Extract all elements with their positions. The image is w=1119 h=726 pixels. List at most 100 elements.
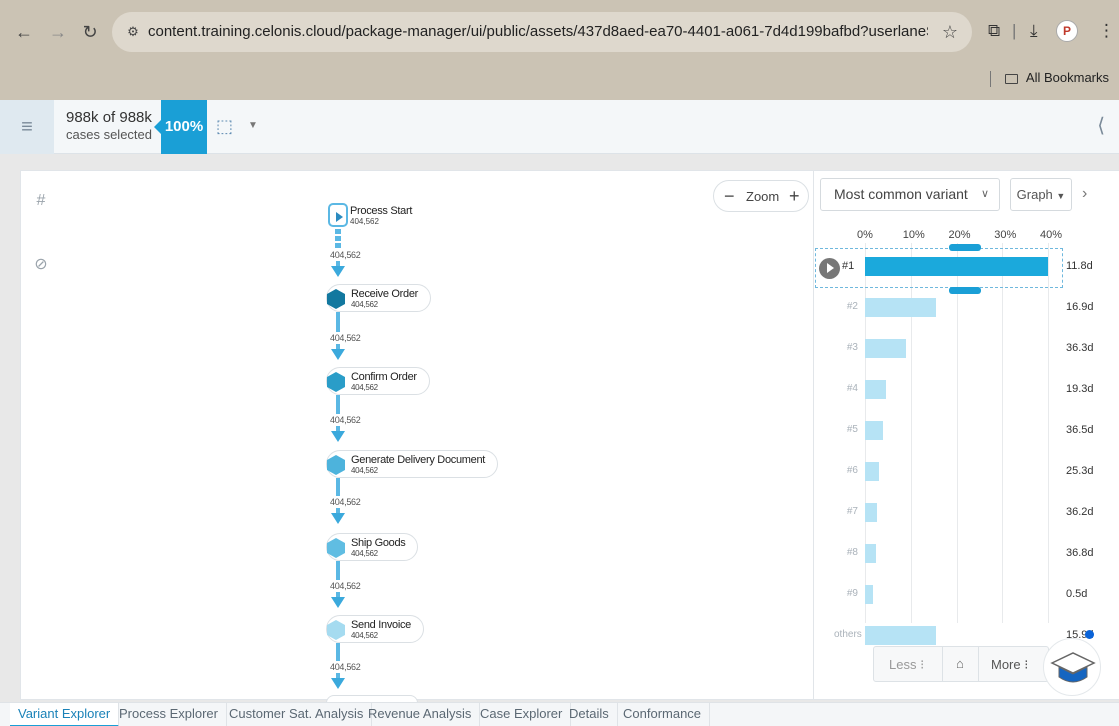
zoom-label: Zoom bbox=[746, 189, 780, 204]
tab-customer-sat-analysis[interactable]: Customer Sat. Analysis bbox=[221, 703, 373, 726]
activity-node-send-invoice[interactable]: Send Invoice 404,562 bbox=[326, 615, 424, 643]
variant-bar[interactable] bbox=[865, 544, 876, 563]
activity-node-receive-order[interactable]: Receive Order 404,562 bbox=[326, 284, 432, 312]
tab-case-explorer[interactable]: Case Explorer bbox=[472, 703, 572, 726]
variant-label: #7 bbox=[846, 506, 858, 517]
chevron-right-icon[interactable]: › bbox=[1082, 183, 1087, 205]
profile-avatar[interactable]: P bbox=[1056, 20, 1078, 42]
flow-arrow-icon bbox=[331, 597, 345, 608]
home-icon[interactable]: ⌂ bbox=[956, 656, 964, 672]
variant-bar[interactable] bbox=[865, 626, 936, 645]
menu-dots-icon[interactable]: ⋮ bbox=[1098, 20, 1115, 42]
variant-duration: 36.3d bbox=[1066, 342, 1094, 354]
variant-duration: 16.9d bbox=[1066, 301, 1094, 313]
bookmarks-separator bbox=[990, 70, 992, 87]
share-icon[interactable]: ⟨ bbox=[1097, 114, 1105, 138]
forward-arrow-icon[interactable]: → bbox=[48, 22, 68, 42]
variant-bar[interactable] bbox=[865, 380, 886, 399]
site-settings-icon[interactable]: ⚙ bbox=[124, 23, 142, 41]
chevron-down-icon[interactable]: ▼ bbox=[248, 118, 258, 134]
tab-revenue-analysis[interactable]: Revenue Analysis bbox=[360, 703, 481, 726]
flow-arrow-icon bbox=[331, 513, 345, 524]
variant-duration: 19.3d bbox=[1066, 383, 1094, 395]
less-more-control: Less ⁝ ⌂ More ⁝ bbox=[873, 646, 1049, 682]
activity-node-confirm-order[interactable]: Confirm Order 404,562 bbox=[326, 367, 430, 395]
less-variants-button[interactable]: Less ⁝ bbox=[889, 657, 924, 673]
variant-bar[interactable] bbox=[865, 462, 879, 481]
variant-row[interactable]: #2 16.9d bbox=[814, 294, 1119, 334]
process-start-label: Process Start bbox=[350, 205, 413, 217]
axis-tick-label: 20% bbox=[948, 229, 971, 241]
variant-row[interactable]: #4 19.3d bbox=[814, 376, 1119, 416]
play-variant-icon[interactable] bbox=[819, 258, 840, 279]
variant-label: #8 bbox=[846, 547, 858, 558]
axis-tick-label: 30% bbox=[994, 229, 1017, 241]
selection-drag-handle-top[interactable] bbox=[949, 244, 981, 251]
selection-drag-handle-bottom[interactable] bbox=[949, 287, 981, 294]
zoom-in-button[interactable]: + bbox=[789, 185, 800, 207]
variant-label: #4 bbox=[846, 383, 858, 394]
variant-bar[interactable] bbox=[865, 339, 907, 358]
tab-variant-explorer[interactable]: Variant Explorer bbox=[10, 703, 120, 726]
tab-conformance[interactable]: Conformance bbox=[615, 703, 711, 726]
variant-bar[interactable] bbox=[865, 298, 936, 317]
variant-label: others bbox=[834, 629, 862, 640]
url-text[interactable]: content.training.celonis.cloud/package-m… bbox=[148, 23, 928, 41]
all-bookmarks-link[interactable]: All Bookmarks bbox=[1026, 70, 1109, 85]
address-bar[interactable]: ⚙ content.training.celonis.cloud/package… bbox=[112, 12, 972, 52]
variant-row[interactable]: #8 36.8d bbox=[814, 540, 1119, 580]
graph-view-button[interactable]: Graph ▼ bbox=[1010, 178, 1072, 211]
zoom-out-button[interactable]: − bbox=[724, 185, 735, 207]
axis-tick-label: 40% bbox=[1040, 229, 1063, 241]
download-icon[interactable]: ⤓ bbox=[1030, 20, 1038, 42]
flow-arrow-icon bbox=[331, 431, 345, 442]
filter-tool-icon[interactable]: # bbox=[28, 186, 54, 216]
tab-details[interactable]: Details bbox=[561, 703, 618, 726]
variant-bar[interactable] bbox=[865, 421, 884, 440]
zoom-control: − Zoom + bbox=[713, 180, 809, 212]
variant-label: #6 bbox=[846, 465, 858, 476]
folder-icon bbox=[1005, 73, 1019, 84]
graduation-cap-icon[interactable] bbox=[1043, 638, 1101, 696]
variant-bar[interactable] bbox=[865, 585, 874, 604]
edge-count: 404,562 bbox=[330, 250, 361, 260]
variant-row[interactable]: #6 25.3d bbox=[814, 458, 1119, 498]
activity-node-generate-delivery-document[interactable]: Generate Delivery Document 404,562 bbox=[326, 450, 499, 478]
variant-bar[interactable] bbox=[865, 503, 878, 522]
selection-tool-icon[interactable]: ⬚ bbox=[216, 116, 233, 136]
browser-toolbar: ← → ↻ ⚙ content.training.celonis.cloud/p… bbox=[0, 0, 1119, 100]
back-arrow-icon[interactable]: ← bbox=[14, 22, 34, 42]
cases-selected-count: 988k of 988k bbox=[66, 109, 152, 126]
flow-arrow-icon bbox=[331, 266, 345, 277]
variant-duration: 36.8d bbox=[1066, 547, 1094, 559]
tab-process-explorer[interactable]: Process Explorer bbox=[111, 703, 227, 726]
activity-hex-icon bbox=[327, 289, 345, 309]
toolbar-separator: | bbox=[1012, 21, 1017, 40]
selection-percent-badge[interactable]: 100% bbox=[154, 100, 207, 154]
edge-count: 404,562 bbox=[330, 415, 361, 425]
hamburger-menu-icon[interactable]: ≡ bbox=[0, 100, 54, 154]
variant-row[interactable]: #3 36.3d bbox=[814, 335, 1119, 375]
variant-row[interactable]: #5 36.5d bbox=[814, 417, 1119, 457]
app-header: ≡ 988k of 988k cases selected 100% ⬚ ▼ ⟨ bbox=[0, 100, 1119, 154]
flow-arrow-icon bbox=[331, 349, 345, 360]
caret-down-icon: ▼ bbox=[1056, 191, 1066, 201]
extensions-icon[interactable]: ⧉ bbox=[988, 20, 1000, 42]
variant-duration: 0.5d bbox=[1066, 588, 1088, 600]
bookmark-star-icon[interactable]: ☆ bbox=[942, 21, 958, 43]
hide-eye-icon[interactable]: ⊘ bbox=[28, 250, 54, 280]
activity-node-ship-goods[interactable]: Ship Goods 404,562 bbox=[326, 533, 419, 561]
variant-label: #2 bbox=[846, 301, 858, 312]
variant-label: #9 bbox=[846, 588, 858, 599]
variant-row[interactable]: #9 0.5d bbox=[814, 581, 1119, 621]
notification-dot bbox=[1085, 630, 1094, 639]
more-variants-button[interactable]: More ⁝ bbox=[991, 657, 1028, 673]
variant-selector-dropdown[interactable]: Most common variant ∨ bbox=[820, 178, 1000, 211]
activity-hex-icon bbox=[327, 538, 345, 558]
activity-hex-icon bbox=[327, 455, 345, 475]
edge-count: 404,562 bbox=[330, 581, 361, 591]
variant-row[interactable]: #7 36.2d bbox=[814, 499, 1119, 539]
edge-count: 404,562 bbox=[330, 662, 361, 672]
variant-duration: 36.2d bbox=[1066, 506, 1094, 518]
reload-icon[interactable]: ↻ bbox=[80, 22, 100, 42]
